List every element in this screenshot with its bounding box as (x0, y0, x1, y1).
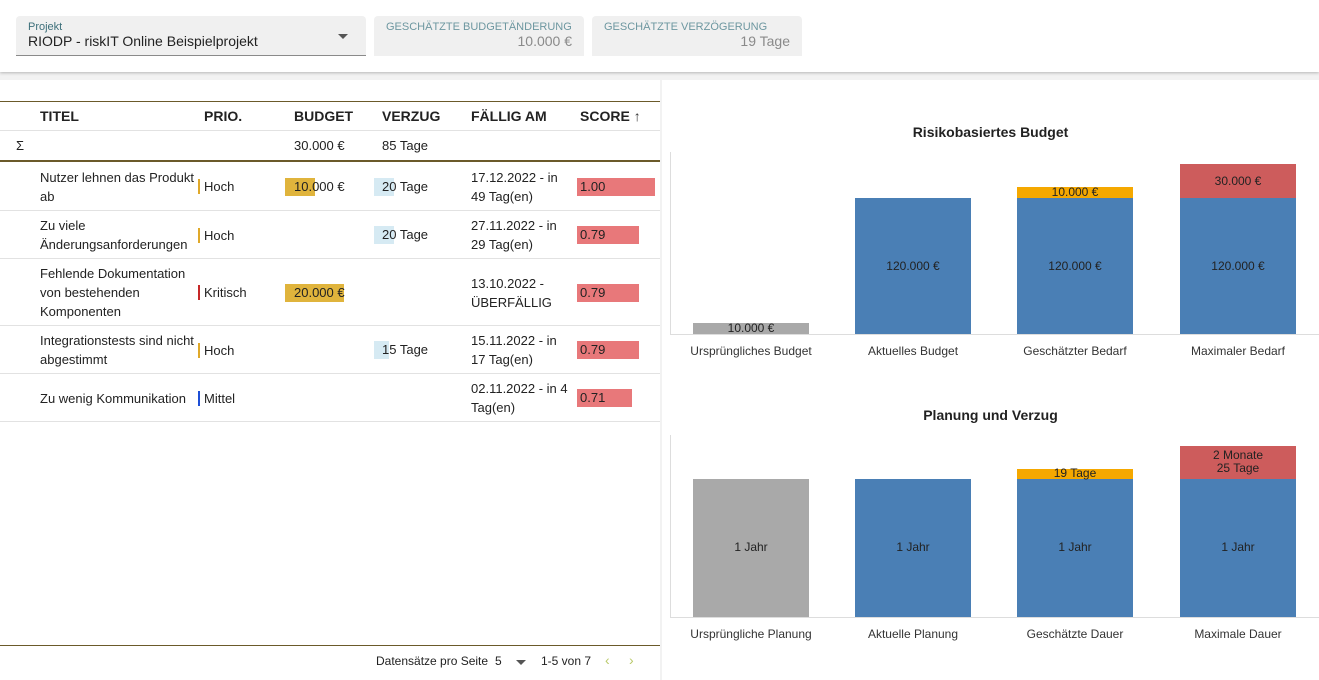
chart-bar-segment: 120.000 € (1180, 198, 1296, 334)
header-divider (0, 130, 660, 131)
budget-change-field: GESCHÄTZTE BUDGETÄNDERUNG 10.000 € (374, 16, 584, 56)
rows-per-page-select[interactable]: 5 (495, 654, 502, 668)
chart-x-axis (670, 617, 1319, 618)
project-select-value[interactable]: RIODP - riskIT Online Beispielprojekt (28, 33, 258, 49)
page-range: 1-5 von 7 (541, 654, 592, 668)
risk-priority: Hoch (204, 179, 235, 194)
sum-delay: 85 Tage (382, 138, 429, 153)
delay-field: GESCHÄTZTE VERZÖGERUNG 19 Tage (592, 16, 802, 56)
risk-budget: 20.000 € (294, 284, 345, 300)
table-row[interactable]: Integrationstests sind nicht abgestimmt H… (0, 326, 660, 374)
risk-score: 0.79 (580, 227, 606, 242)
chart-bar-segment: 30.000 € (1180, 164, 1296, 198)
delay-label: GESCHÄTZTE VERZÖGERUNG (604, 21, 768, 33)
chevron-down-icon[interactable] (338, 34, 348, 39)
rows-per-page-label: Datensätze pro Seite (376, 654, 489, 668)
risk-title: Integrationstests sind nicht abgestimmt (40, 333, 194, 367)
chart-title: Risikobasiertes Budget (912, 124, 1069, 140)
budget-change-value: 10.000 € (517, 33, 573, 49)
risk-title: Fehlende Dokumentation von bestehenden K… (40, 266, 186, 319)
column-header-due[interactable]: FÄLLIG AM (471, 108, 547, 124)
sum-budget: 30.000 € (294, 138, 345, 153)
budget-change-label: GESCHÄTZTE BUDGETÄNDERUNG (386, 21, 572, 33)
previous-page-button[interactable]: ‹ (605, 652, 610, 668)
table-row[interactable]: Zu viele Änderungsanforderungen Hoch 20 Ta… (0, 211, 660, 259)
top-bar: Projekt RIODP - riskIT Online Beispielpr… (0, 0, 1319, 72)
risk-priority: Hoch (204, 342, 235, 358)
risk-delay: 15 Tage (382, 342, 429, 357)
risk-score: 1.00 (580, 178, 606, 194)
chart-bar-segment: 19 Tage (1017, 467, 1133, 480)
risk-due-date: 27.11.2022 - in 29 Tag(en) (471, 218, 557, 252)
chart-bar-segment: 1 Jahr (1180, 478, 1296, 617)
risk-priority: Mittel (204, 390, 236, 406)
table-top-divider (0, 101, 660, 102)
chart-bar-segment: 10.000 € (693, 321, 809, 335)
risk-title: Zu viele Änderungsanforderungen (40, 218, 188, 252)
risk-delay: 20 Tage (382, 227, 429, 242)
project-select[interactable]: Projekt RIODP - riskIT Online Beispielpr… (16, 16, 366, 56)
table-bottom-divider (0, 645, 660, 646)
chart-bar-segment: 1 Jahr (693, 478, 809, 617)
chart-bar-segment: 1 Jahr (855, 478, 971, 617)
risk-score: 0.71 (580, 390, 606, 405)
chart-category-label: Geschätzter Bedarf (1023, 344, 1127, 358)
chart-bar-segment: 10.000 € (1017, 185, 1133, 199)
risk-title: Nutzer lehnen das Produkt ab (40, 169, 194, 204)
risk-priority: Kritisch (204, 285, 247, 300)
chevron-down-icon[interactable] (516, 660, 526, 665)
risk-budget: 10.000 € (294, 178, 345, 194)
risk-score: 0.79 (580, 342, 606, 357)
chart-bar-segment: 1 Jahr (1017, 478, 1133, 617)
chart-category-label: Ursprüngliches Budget (690, 344, 812, 358)
table-row[interactable]: Zu wenig Kommunikation Mittel 02.11.2022 -… (0, 374, 660, 422)
risk-priority: Hoch (204, 227, 235, 243)
risk-due-date: 02.11.2022 - in 4 Tag(en) (471, 381, 568, 415)
chart-category-label: Geschätzte Dauer (1026, 627, 1124, 641)
chart-title: Planung und Verzug (923, 407, 1058, 423)
sum-symbol: Σ (16, 138, 25, 153)
column-header-prio[interactable]: PRIO. (204, 108, 242, 124)
table-row[interactable]: Fehlende Dokumentation von bestehenden K… (0, 259, 660, 326)
chart-bar-segment: 120.000 € (1017, 198, 1133, 334)
risk-delay: 20 Tage (382, 178, 429, 194)
risk-title: Zu wenig Kommunikation (40, 390, 186, 406)
chart-bar-segment: 120.000 € (855, 198, 971, 334)
chart-y-axis (670, 152, 671, 334)
delay-value: 19 Tage (740, 33, 790, 49)
chart-category-label: Ursprüngliche Planung (690, 627, 812, 641)
chart-category-label: Maximaler Bedarf (1190, 344, 1286, 358)
risk-due-date: 15.11.2022 - in 17 Tag(en) (471, 333, 557, 367)
column-header-delay[interactable]: VERZUG (382, 108, 440, 124)
risk-due-date: 13.10.2022 - ÜBERFÄLLIG (471, 275, 552, 310)
chart-category-label: Aktuelles Budget (867, 344, 959, 358)
chart-y-axis (670, 435, 671, 617)
chart-bar-segment: 2 Monate 25 Tage (1180, 446, 1296, 479)
risk-score: 0.79 (580, 284, 606, 300)
arrow-up-icon[interactable]: ↑ (634, 108, 641, 124)
column-header-budget[interactable]: BUDGET (294, 108, 353, 124)
next-page-button[interactable]: › (629, 652, 634, 668)
risk-due-date: 17.12.2022 - in 49 Tag(en) (471, 169, 558, 204)
chart-category-label: Maximale Dauer (1194, 627, 1282, 641)
chart-category-label: Aktuelle Planung (867, 627, 959, 641)
table-row[interactable]: Nutzer lehnen das Produkt ab Hoch 10.000 €… (0, 162, 660, 211)
column-header-score[interactable]: SCORE ↑ (580, 108, 641, 124)
column-header-score-label: SCORE (580, 108, 630, 124)
risk-table-panel: TITEL PRIO. BUDGET VERZUG FÄLLIG AM SCOR… (0, 80, 660, 680)
project-select-label: Projekt (28, 21, 63, 33)
column-header-title[interactable]: TITEL (40, 108, 79, 124)
charts-panel: Risikobasiertes Budget 10.000 € Ursprüngli… (662, 80, 1319, 680)
